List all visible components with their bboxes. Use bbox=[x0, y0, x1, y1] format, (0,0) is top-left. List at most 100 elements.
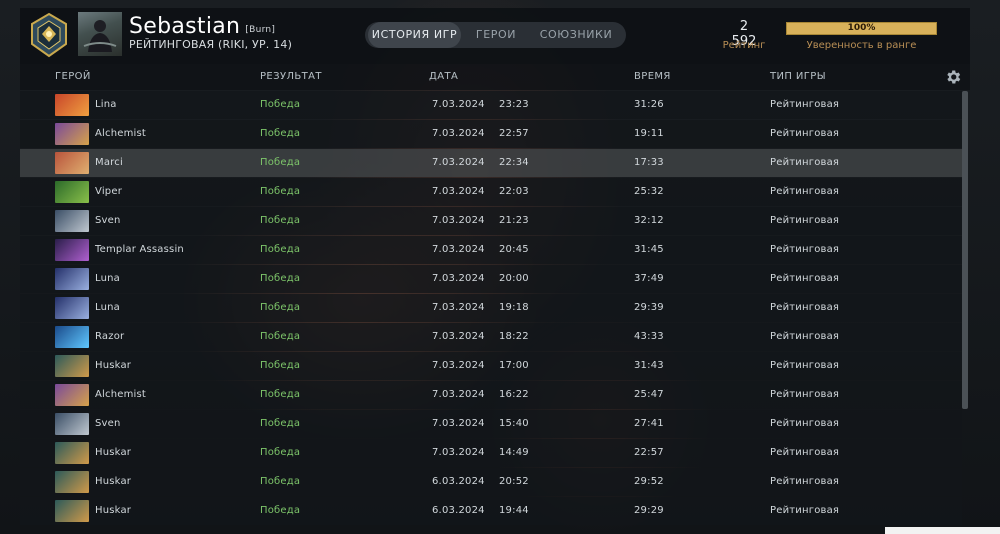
hero-name: Templar Assassin bbox=[95, 244, 184, 255]
match-row[interactable]: Alchemist Победа 7.03.2024 22:57 19:11 Рейтин… bbox=[20, 120, 962, 148]
match-history-window: Sebastian [Burn] РЕЙТИНГОВАЯ (RIKI, УР. 1… bbox=[0, 0, 1000, 534]
match-row[interactable]: Huskar Победа 6.03.2024 19:44 29:29 Рейтингов… bbox=[20, 497, 962, 525]
hero-portrait-icon bbox=[55, 239, 89, 261]
match-result: Победа bbox=[260, 476, 301, 487]
tab-bar: ИСТОРИЯ ИГР ГЕРОИ СОЮЗНИКИ bbox=[365, 22, 626, 48]
match-date: 7.03.2024 bbox=[432, 99, 485, 110]
match-game-type: Рейтинговая bbox=[770, 186, 840, 197]
rating-label: Рейтинг bbox=[722, 40, 766, 51]
player-tag: [Burn] bbox=[245, 25, 276, 35]
hero-portrait-icon bbox=[55, 500, 89, 522]
match-game-type: Рейтинговая bbox=[770, 505, 840, 516]
rank-confidence-percent: 100% bbox=[847, 23, 876, 33]
match-row[interactable]: Luna Победа 7.03.2024 19:18 29:39 Рейтинговая bbox=[20, 294, 962, 322]
match-result: Победа bbox=[260, 360, 301, 371]
player-name: Sebastian [Burn] bbox=[129, 15, 275, 39]
match-row[interactable]: Lina Победа 7.03.2024 23:23 31:26 Рейтинговая bbox=[20, 91, 962, 119]
match-duration: 25:47 bbox=[634, 389, 664, 400]
match-result: Победа bbox=[260, 418, 301, 429]
match-row[interactable]: Luna Победа 7.03.2024 20:00 37:49 Рейтинговая bbox=[20, 265, 962, 293]
hero-portrait-icon bbox=[55, 210, 89, 232]
hero-name: Luna bbox=[95, 273, 120, 284]
profile-header: Sebastian [Burn] РЕЙТИНГОВАЯ (RIKI, УР. 1… bbox=[20, 8, 970, 64]
player-name-text: Sebastian bbox=[129, 14, 241, 39]
match-duration: 19:11 bbox=[634, 128, 664, 139]
player-subtitle: РЕЙТИНГОВАЯ (RIKI, УР. 14) bbox=[129, 38, 293, 51]
match-list: Lina Победа 7.03.2024 23:23 31:26 Рейтинговая… bbox=[20, 91, 962, 526]
match-game-type: Рейтинговая bbox=[770, 360, 840, 371]
hero-name: Huskar bbox=[95, 505, 132, 516]
match-result: Победа bbox=[260, 99, 301, 110]
match-date: 7.03.2024 bbox=[432, 447, 485, 458]
match-date: 7.03.2024 bbox=[432, 244, 485, 255]
match-start-time: 20:00 bbox=[499, 273, 529, 284]
match-row[interactable]: Viper Победа 7.03.2024 22:03 25:32 Рейтингова… bbox=[20, 178, 962, 206]
match-result: Победа bbox=[260, 186, 301, 197]
match-start-time: 16:22 bbox=[499, 389, 529, 400]
match-date: 7.03.2024 bbox=[432, 273, 485, 284]
hero-name: Huskar bbox=[95, 360, 132, 371]
hero-name: Viper bbox=[95, 186, 123, 197]
column-header-game-type[interactable]: ТИП ИГРЫ bbox=[770, 71, 826, 82]
match-row[interactable]: Sven Победа 7.03.2024 15:40 27:41 Рейтинговая bbox=[20, 410, 962, 438]
hero-name: Razor bbox=[95, 331, 125, 342]
match-result: Победа bbox=[260, 128, 301, 139]
match-duration: 37:49 bbox=[634, 273, 664, 284]
rank-confidence-bar: 100% bbox=[786, 22, 937, 35]
match-row[interactable]: Templar Assassin Победа 7.03.2024 20:45 31:4… bbox=[20, 236, 962, 264]
match-result: Победа bbox=[260, 505, 301, 516]
match-duration: 17:33 bbox=[634, 157, 664, 168]
match-date: 7.03.2024 bbox=[432, 389, 485, 400]
match-result: Победа bbox=[260, 302, 301, 313]
hero-portrait-icon bbox=[55, 94, 89, 116]
match-row[interactable]: Huskar Победа 7.03.2024 17:00 31:43 Рейтингов… bbox=[20, 352, 962, 380]
match-start-time: 17:00 bbox=[499, 360, 529, 371]
match-start-time: 22:34 bbox=[499, 157, 529, 168]
tab-allies[interactable]: СОЮЗНИКИ bbox=[533, 22, 619, 48]
match-result: Победа bbox=[260, 331, 301, 342]
match-result: Победа bbox=[260, 244, 301, 255]
column-header-hero[interactable]: ГЕРОЙ bbox=[55, 71, 91, 82]
match-date: 7.03.2024 bbox=[432, 331, 485, 342]
column-header-result[interactable]: РЕЗУЛЬТАТ bbox=[260, 71, 322, 82]
match-date: 7.03.2024 bbox=[432, 128, 485, 139]
match-game-type: Рейтинговая bbox=[770, 476, 840, 487]
match-start-time: 20:52 bbox=[499, 476, 529, 487]
hero-name: Alchemist bbox=[95, 389, 147, 400]
match-row[interactable]: Marci Победа 7.03.2024 22:34 17:33 Рейтингова… bbox=[20, 149, 962, 177]
match-date: 7.03.2024 bbox=[432, 157, 485, 168]
hero-portrait-icon bbox=[55, 384, 89, 406]
match-date: 7.03.2024 bbox=[432, 302, 485, 313]
match-row[interactable]: Huskar Победа 6.03.2024 20:52 29:52 Рейтингов… bbox=[20, 468, 962, 496]
scrollbar-thumb[interactable] bbox=[962, 91, 968, 409]
hero-name: Sven bbox=[95, 215, 121, 226]
match-row[interactable]: Alchemist Победа 7.03.2024 16:22 25:47 Рейтин… bbox=[20, 381, 962, 409]
hero-name: Huskar bbox=[95, 447, 132, 458]
match-game-type: Рейтинговая bbox=[770, 128, 840, 139]
match-game-type: Рейтинговая bbox=[770, 157, 840, 168]
match-game-type: Рейтинговая bbox=[770, 99, 840, 110]
hero-portrait-icon bbox=[55, 471, 89, 493]
match-result: Победа bbox=[260, 389, 301, 400]
match-date: 6.03.2024 bbox=[432, 476, 485, 487]
match-result: Победа bbox=[260, 447, 301, 458]
match-date: 7.03.2024 bbox=[432, 215, 485, 226]
gear-icon[interactable] bbox=[944, 68, 962, 86]
match-start-time: 19:44 bbox=[499, 505, 529, 516]
match-row[interactable]: Razor Победа 7.03.2024 18:22 43:33 Рейтингова… bbox=[20, 323, 962, 351]
hero-name: Alchemist bbox=[95, 128, 147, 139]
match-row[interactable]: Huskar Победа 7.03.2024 14:49 22:57 Рейтингов… bbox=[20, 439, 962, 467]
match-game-type: Рейтинговая bbox=[770, 447, 840, 458]
match-game-type: Рейтинговая bbox=[770, 331, 840, 342]
player-avatar[interactable] bbox=[78, 12, 122, 56]
avatar-figure-icon bbox=[83, 20, 117, 52]
hero-name: Lina bbox=[95, 99, 117, 110]
rank-confidence-label: Уверенность в ранге bbox=[806, 40, 917, 51]
column-header-time[interactable]: ВРЕМЯ bbox=[634, 71, 671, 82]
tab-heroes[interactable]: ГЕРОИ bbox=[469, 22, 523, 48]
tab-match-history[interactable]: ИСТОРИЯ ИГР bbox=[368, 22, 461, 48]
column-header-date[interactable]: ДАТА bbox=[429, 71, 458, 82]
match-row[interactable]: Sven Победа 7.03.2024 21:23 32:12 Рейтинговая bbox=[20, 207, 962, 235]
match-start-time: 23:23 bbox=[499, 99, 529, 110]
hero-name: Huskar bbox=[95, 476, 132, 487]
